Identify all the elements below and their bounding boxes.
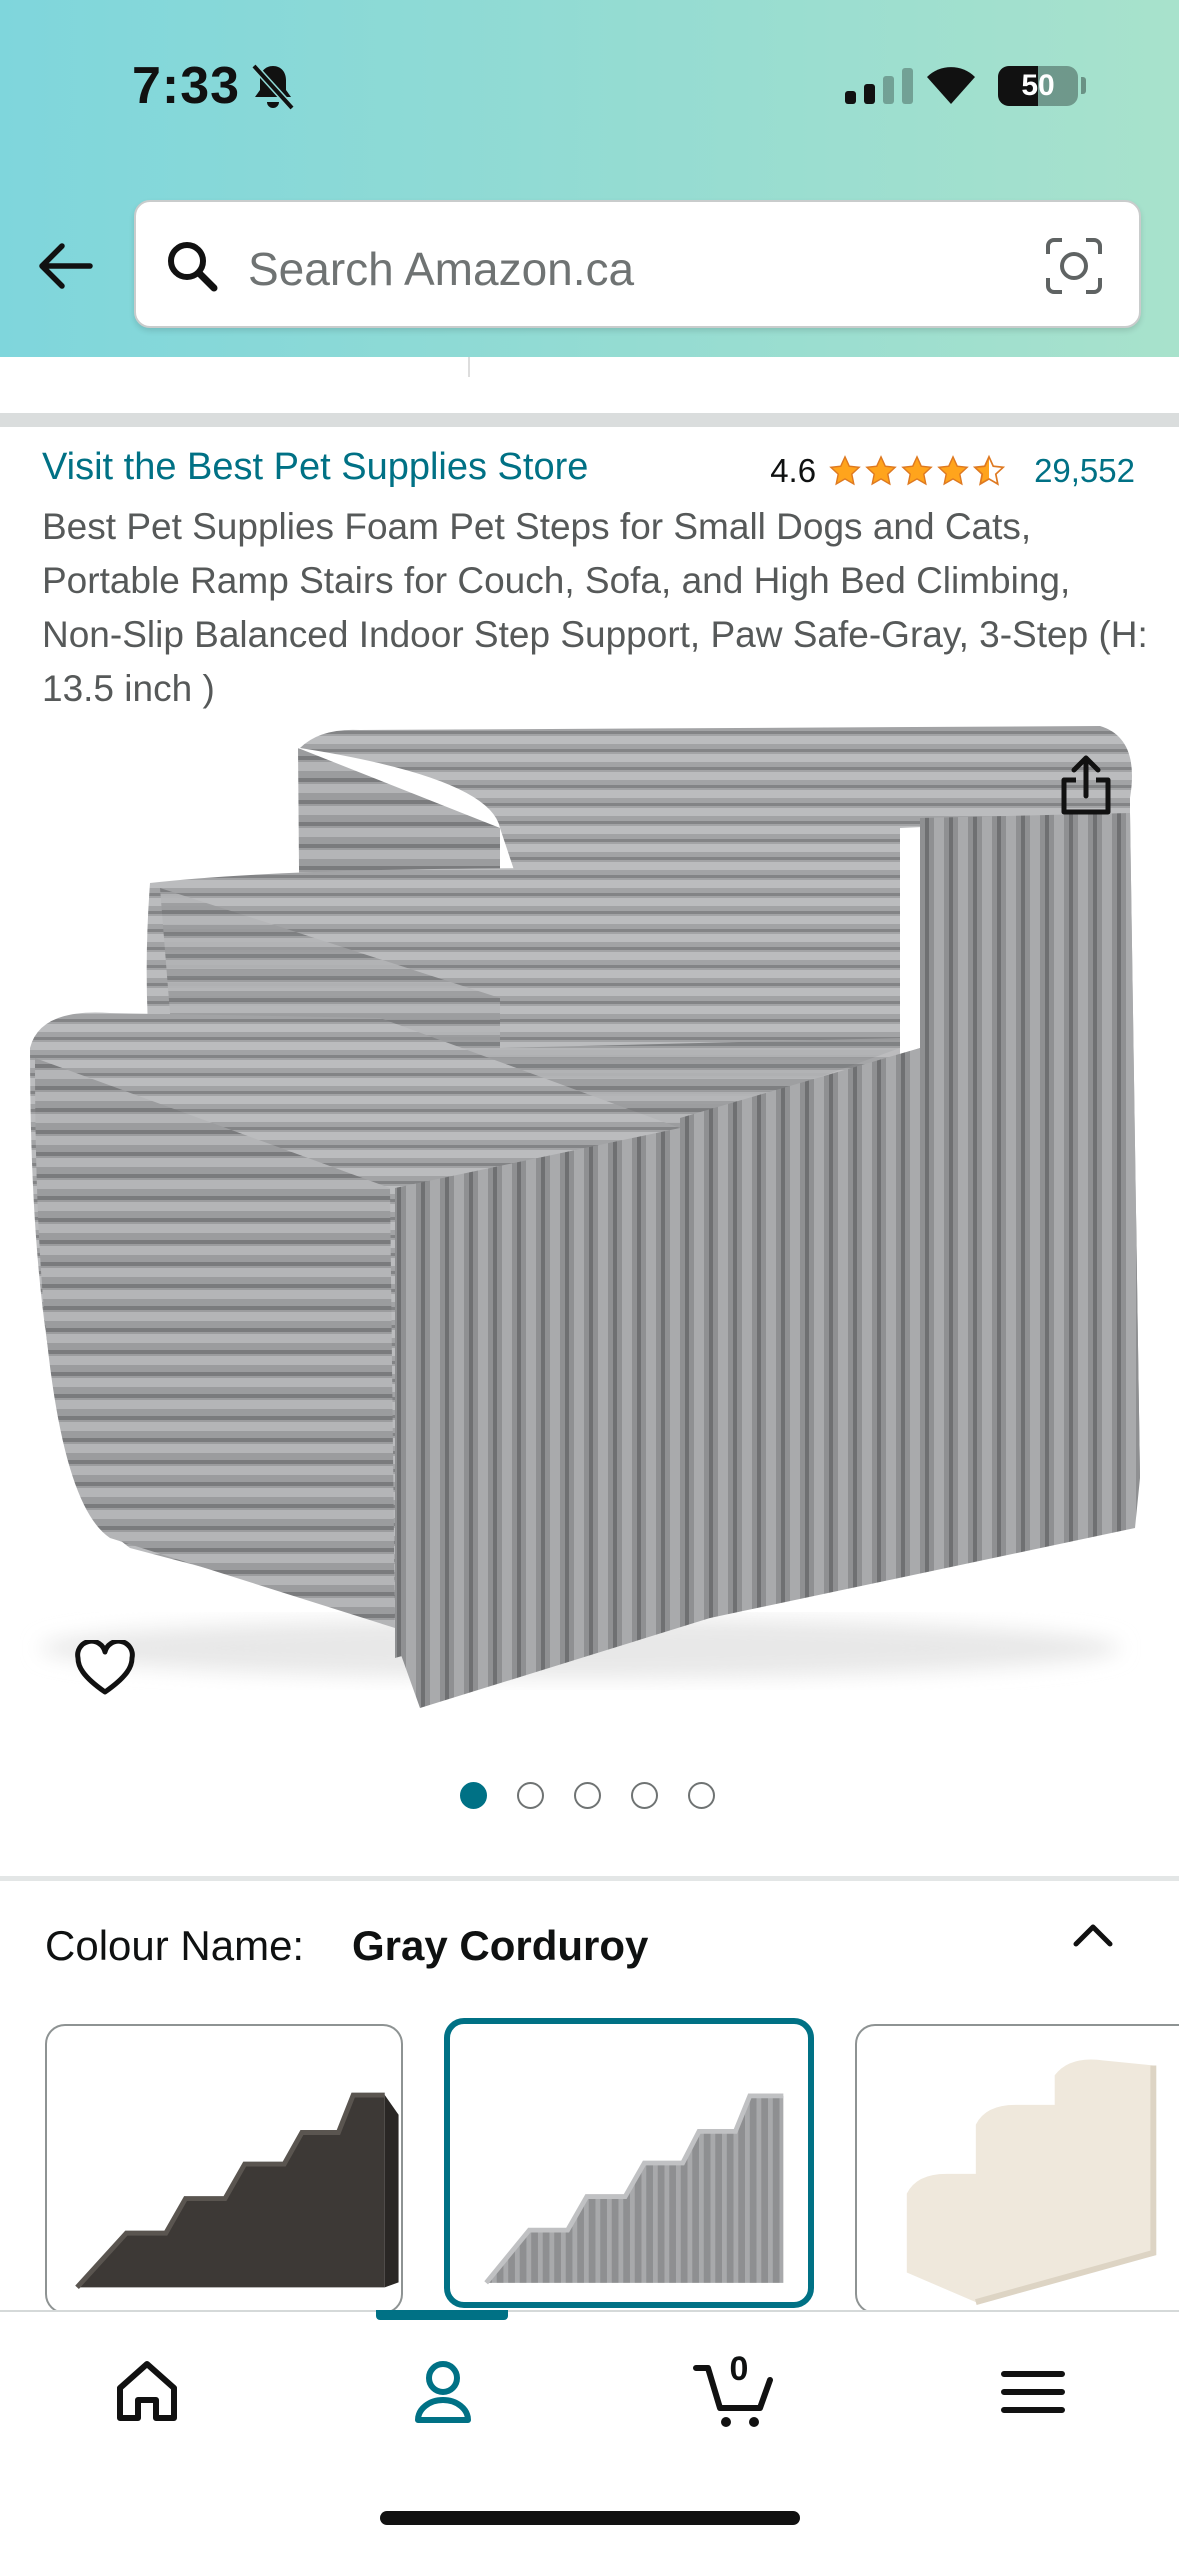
profile-icon[interactable] — [398, 2346, 488, 2436]
colour-swatch-dark-brown[interactable] — [45, 2024, 403, 2314]
home-icon[interactable] — [102, 2346, 192, 2436]
share-icon[interactable] — [1056, 752, 1116, 818]
search-input[interactable]: Search Amazon.ca — [248, 242, 634, 296]
colour-swatch-cream[interactable] — [855, 2024, 1179, 2314]
star-icon — [829, 455, 861, 486]
product-page: 7:33 50 Search Amazon.ca Visit the Best … — [0, 0, 1179, 2556]
carousel-dot[interactable] — [574, 1782, 601, 1809]
search-bar[interactable]: Search Amazon.ca — [134, 200, 1141, 328]
menu-icon[interactable] — [988, 2346, 1078, 2436]
product-image[interactable] — [20, 718, 1165, 1708]
wifi-icon — [927, 67, 975, 104]
cart-button[interactable]: 0 — [690, 2346, 780, 2436]
active-tab-indicator — [376, 2310, 508, 2320]
colour-swatch-gray-corduroy[interactable] — [444, 2018, 814, 2308]
swatch-image — [75, 2092, 399, 2290]
carousel-dot[interactable] — [688, 1782, 715, 1809]
chevron-up-icon[interactable] — [1068, 1910, 1118, 1960]
battery-percentage: 50 — [1021, 69, 1055, 102]
rating-count[interactable]: 29,552 — [1034, 452, 1135, 490]
carousel-dot[interactable] — [631, 1782, 658, 1809]
product-title: Best Pet Supplies Foam Pet Steps for Sma… — [42, 506, 1148, 709]
section-divider — [0, 413, 1179, 427]
divider — [468, 357, 470, 377]
swatch-image — [906, 2059, 1157, 2305]
carousel-dot[interactable] — [517, 1782, 544, 1809]
silent-bell-icon — [251, 63, 295, 111]
colour-value: Gray Corduroy — [352, 1922, 649, 1969]
heart-icon[interactable] — [74, 1640, 136, 1698]
header: 7:33 50 Search Amazon.ca — [0, 0, 1179, 357]
section-divider — [0, 1876, 1179, 1881]
back-arrow-icon[interactable] — [34, 236, 98, 296]
swatch-image — [484, 2093, 784, 2285]
status-time: 7:33 — [132, 57, 241, 115]
battery-tip — [1081, 77, 1086, 94]
star-icon — [901, 455, 933, 486]
half-star-icon — [972, 454, 1006, 486]
store-link[interactable]: Visit the Best Pet Supplies Store — [42, 446, 588, 489]
search-icon — [168, 242, 218, 292]
camera-lens-icon[interactable] — [1044, 236, 1104, 296]
home-indicator — [380, 2511, 800, 2525]
rating-summary[interactable]: 4.6 29,552 — [770, 452, 1135, 490]
carousel-dot[interactable] — [460, 1782, 487, 1809]
star-rating — [828, 454, 1006, 488]
cart-count: 0 — [729, 2350, 749, 2388]
star-icon — [937, 455, 969, 486]
image-carousel-dots[interactable] — [460, 1782, 715, 1809]
star-icon — [865, 455, 897, 486]
cellular-signal-icon — [845, 64, 913, 104]
battery-icon: 50 — [998, 66, 1078, 106]
colour-label: Colour Name: — [45, 1922, 305, 1969]
rating-value: 4.6 — [770, 452, 817, 489]
